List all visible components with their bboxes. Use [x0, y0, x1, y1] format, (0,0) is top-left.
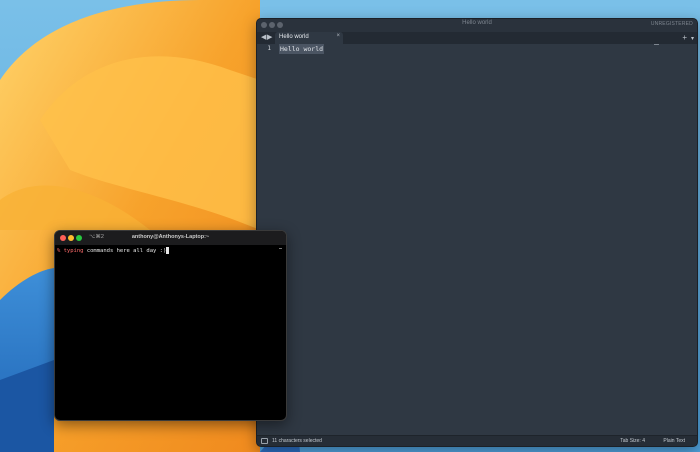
tab-size-selector[interactable]: Tab Size: 4 — [620, 438, 645, 444]
command-text: typing — [63, 248, 84, 254]
tab-hello-world[interactable]: Hello world × — [275, 32, 343, 44]
desktop: Hello world UNREGISTERED ◀ ▶ Hello world… — [0, 0, 700, 452]
terminal-body[interactable]: % typing commands here all day :) — [55, 245, 286, 420]
terminal-title: anthony@Anthonys-Laptop:~ — [131, 234, 210, 240]
window-title: Hello world — [462, 20, 492, 26]
terminal-titlebar[interactable]: ⌥⌘2 anthony@Anthonys-Laptop:~ — [55, 231, 286, 245]
new-tab-icon[interactable]: + — [682, 32, 687, 44]
line-number: 1 — [267, 45, 271, 52]
prompt-line: % typing commands here all day :) — [57, 247, 170, 255]
status-bar: 11 characters selected Tab Size: 4 Plain… — [257, 435, 697, 446]
editor-window[interactable]: Hello world UNREGISTERED ◀ ▶ Hello world… — [256, 18, 698, 447]
text-area[interactable]: Hello world — [279, 44, 691, 434]
close-icon[interactable]: × — [336, 33, 340, 39]
nav-forward-icon[interactable]: ▶ — [267, 33, 272, 43]
nav-back-icon[interactable]: ◀ — [261, 33, 266, 43]
command-args: commands here all day :) — [86, 248, 167, 254]
panel-toggle-icon[interactable] — [261, 438, 268, 444]
text-cursor — [166, 247, 170, 254]
tab-bar: ◀ ▶ Hello world × + ▾ — [257, 32, 697, 44]
code-line[interactable]: Hello world — [279, 44, 325, 54]
minimap[interactable] — [654, 44, 659, 45]
selection-status: 11 characters selected — [272, 438, 322, 444]
editor-titlebar[interactable]: Hello world UNREGISTERED — [257, 19, 697, 32]
scroll-indicator — [279, 248, 282, 249]
tab-label: Hello world — [279, 34, 309, 40]
unregistered-label: UNREGISTERED — [650, 21, 693, 27]
chevron-down-icon[interactable]: ▾ — [691, 33, 694, 45]
terminal-window[interactable]: ⌥⌘2 anthony@Anthonys-Laptop:~ % typing c… — [54, 230, 287, 421]
syntax-selector[interactable]: Plain Text — [663, 438, 685, 444]
prompt-symbol: % — [57, 248, 61, 254]
